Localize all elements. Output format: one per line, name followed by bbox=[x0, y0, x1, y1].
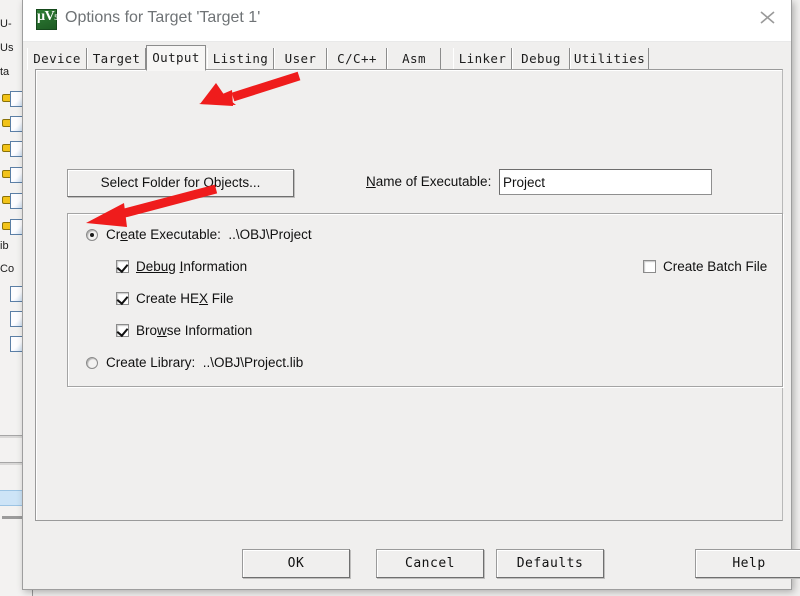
create-batch-file-label: Create Batch File bbox=[663, 259, 768, 274]
tab-utilities[interactable]: Utilities bbox=[570, 48, 649, 70]
select-folder-label: Select Folder for Objects... bbox=[100, 175, 261, 190]
output-tab-page: Select Folder for Objects... Name of Exe… bbox=[35, 69, 783, 521]
ok-button[interactable]: OK bbox=[242, 549, 350, 578]
output-options-group: Create Executable: ..\OBJ\Project Debug … bbox=[67, 213, 783, 387]
create-library-label: Create Library: ..\OBJ\Project.lib bbox=[106, 355, 304, 370]
tab-listing[interactable]: Listing bbox=[207, 48, 274, 70]
cancel-button[interactable]: Cancel bbox=[376, 549, 484, 578]
checkbox-indicator-on bbox=[116, 260, 129, 273]
browse-information-label: Browse Information bbox=[136, 323, 253, 338]
close-icon[interactable] bbox=[745, 0, 791, 33]
tab-linker[interactable]: Linker bbox=[453, 48, 512, 70]
bg-text-fragment: Co bbox=[0, 263, 15, 275]
radio-indicator-on bbox=[86, 229, 98, 241]
name-of-executable-label: Name of Executable: bbox=[366, 174, 492, 189]
checkbox-indicator-on bbox=[116, 292, 129, 305]
dialog-title: Options for Target 'Target 1' bbox=[65, 9, 261, 26]
debug-information-label: Debug Information bbox=[136, 259, 248, 274]
tab-user[interactable]: User bbox=[274, 48, 327, 70]
create-hex-file-label: Create HEX File bbox=[136, 291, 234, 306]
checkbox-indicator-on bbox=[116, 324, 129, 337]
checkbox-indicator-off bbox=[643, 260, 656, 273]
dialog-titlebar: µV5 Options for Target 'Target 1' bbox=[23, 0, 791, 42]
tab-device[interactable]: Device bbox=[27, 48, 87, 70]
tab-output[interactable]: Output bbox=[146, 45, 206, 71]
executable-name-input[interactable] bbox=[499, 169, 712, 195]
tab-strip: Device Target Output Listing User C/C++ … bbox=[26, 45, 788, 71]
defaults-button[interactable]: Defaults bbox=[496, 549, 604, 578]
tab-c-cpp[interactable]: C/C++ bbox=[327, 48, 387, 70]
options-for-target-dialog: µV5 Options for Target 'Target 1' Device… bbox=[22, 0, 800, 590]
create-executable-label: Create Executable: ..\OBJ\Project bbox=[106, 227, 312, 242]
help-button[interactable]: Help bbox=[695, 549, 800, 578]
tab-asm[interactable]: Asm bbox=[387, 48, 441, 70]
bg-text-fragment: Us bbox=[0, 42, 14, 54]
select-folder-for-objects-button[interactable]: Select Folder for Objects... bbox=[67, 169, 294, 197]
uvision-logo-icon: µV5 bbox=[36, 9, 58, 30]
radio-indicator-off bbox=[86, 357, 98, 369]
bg-text-fragment: ta bbox=[0, 66, 10, 78]
bg-text-fragment: ib bbox=[0, 240, 9, 252]
uvision-logo-glyph: µV5 bbox=[37, 9, 58, 24]
tab-debug[interactable]: Debug bbox=[512, 48, 570, 70]
tab-target[interactable]: Target bbox=[87, 48, 146, 70]
bg-text-fragment: U- bbox=[0, 18, 12, 30]
